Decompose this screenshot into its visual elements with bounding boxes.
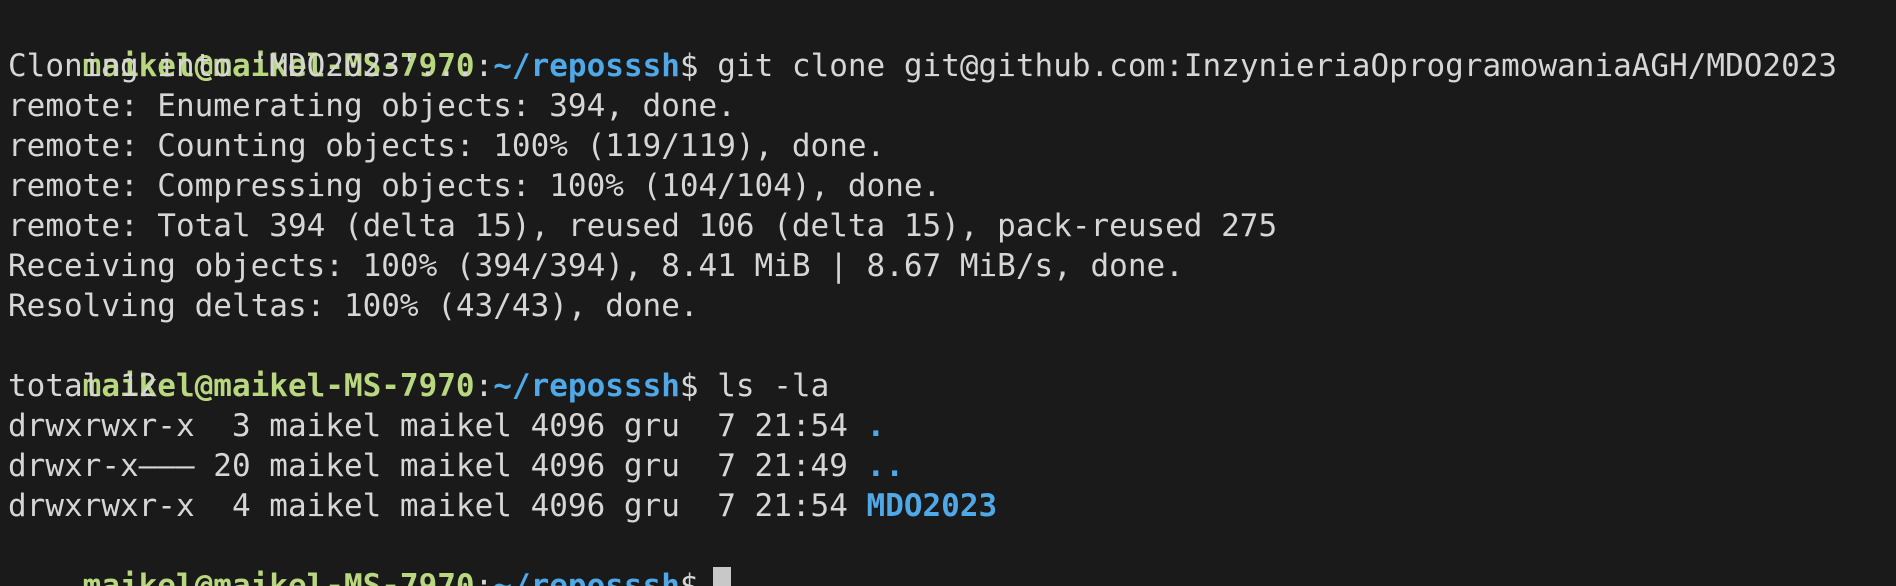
prompt-line-ls: maikel@maikel-MS-7970:~/reposssh$ ls -la [8,326,1896,404]
ls-entry-meta: drwxrwxr-x 3 maikel maikel 4096 gru 7 21… [8,408,867,444]
ls-entry: drwxr-x——— 20 maikel maikel 4096 gru 7 2… [8,446,1896,486]
ls-entry: drwxrwxr-x 4 maikel maikel 4096 gru 7 21… [8,486,1896,526]
prompt-line-current[interactable]: maikel@maikel-MS-7970:~/reposssh$ [8,526,1896,586]
prompt-colon: : [474,368,494,404]
ls-entry: drwxrwxr-x 3 maikel maikel 4096 gru 7 21… [8,406,1896,446]
prompt-line-clone: maikel@maikel-MS-7970:~/reposssh$ git cl… [8,6,1896,84]
ls-entry-name: .. [866,448,904,484]
output-line: Receiving objects: 100% (394/394), 8.41 … [8,248,1184,284]
prompt-user-host: maikel@maikel-MS-7970 [82,568,475,586]
command-ls: ls -la [717,368,830,404]
ls-entry-name: . [866,408,886,444]
command-git-clone: git clone git@github.com:InzynieriaOprog… [717,48,1838,84]
output-line: remote: Total 394 (delta 15), reused 106… [8,208,1278,244]
output-line: remote: Counting objects: 100% (119/119)… [8,128,886,164]
prompt-colon: : [474,48,494,84]
prompt-path: ~/reposssh [493,568,680,586]
output-line: remote: Compressing objects: 100% (104/1… [8,168,942,204]
prompt-dollar: $ [679,568,699,586]
terminal-window[interactable]: maikel@maikel-MS-7970:~/reposssh$ git cl… [0,0,1896,586]
prompt-dollar: $ [679,368,699,404]
ls-entry-meta: drwxrwxr-x 4 maikel maikel 4096 gru 7 21… [8,488,867,524]
prompt-path: ~/reposssh [493,368,680,404]
ls-entry-name: MDO2023 [866,488,998,524]
output-line: remote: Enumerating objects: 394, done. [8,88,736,124]
text-cursor[interactable] [712,566,731,586]
prompt-colon: : [474,568,494,586]
prompt-dollar: $ [679,48,699,84]
output-line: Resolving deltas: 100% (43/43), done. [8,288,699,324]
ls-entry-meta: drwxr-x——— 20 maikel maikel 4096 gru 7 2… [8,448,867,484]
prompt-path: ~/reposssh [493,48,680,84]
